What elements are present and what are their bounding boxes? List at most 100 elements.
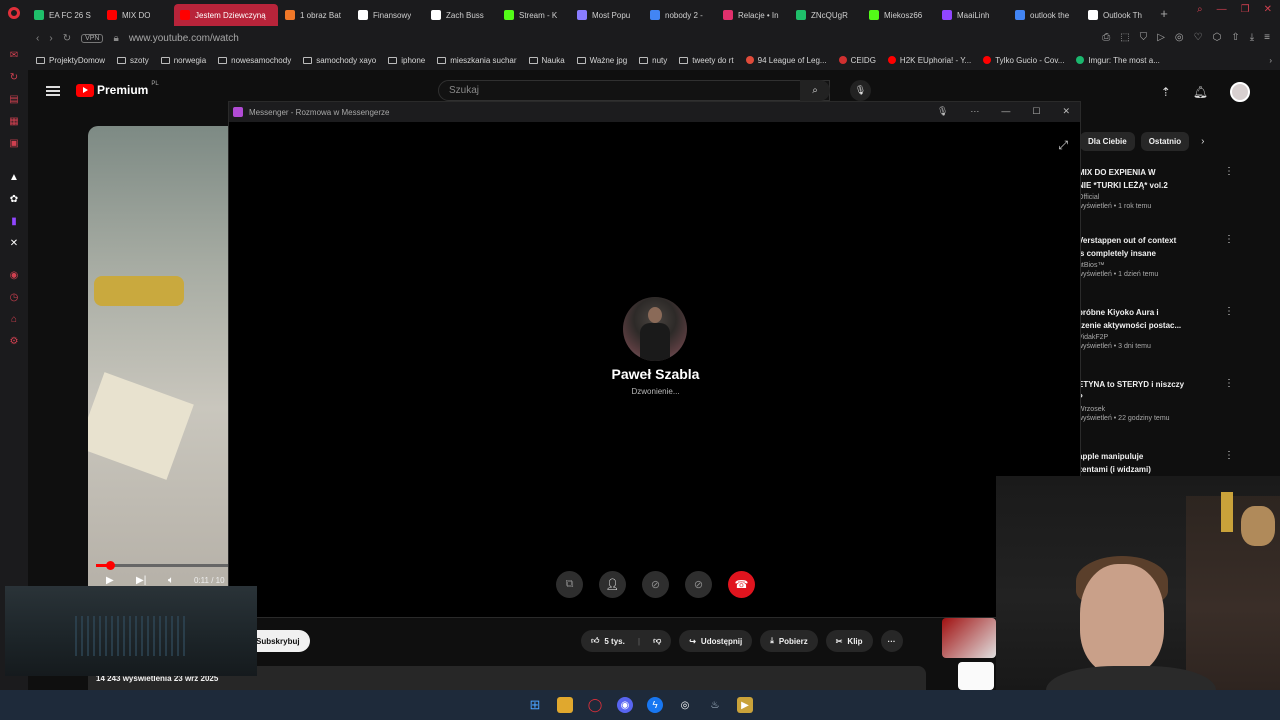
file-explorer-icon[interactable] bbox=[557, 697, 573, 713]
browser-tab[interactable]: Jestem Dziewczyną bbox=[174, 4, 278, 26]
pin-sidebar-icon[interactable]: ⌂ bbox=[8, 314, 20, 326]
volume-icon[interactable]: 🔈︎ bbox=[168, 575, 174, 586]
add-person-button[interactable]: 👤︎ bbox=[599, 571, 626, 598]
recommendation-item[interactable]: apple manipuluje zentami (i widzami) ⋮ bbox=[1078, 450, 1234, 478]
camera-toggle-button[interactable]: ⊘ bbox=[642, 571, 669, 598]
more-actions-button[interactable]: ··· bbox=[880, 630, 903, 652]
forward-icon[interactable]: › bbox=[49, 33, 52, 44]
notes-sidebar-icon[interactable]: ▣ bbox=[8, 138, 20, 150]
browser-tab[interactable]: Finansowy bbox=[352, 4, 424, 26]
menu-icon[interactable]: ≡ bbox=[1264, 32, 1270, 43]
messenger-icon[interactable]: ϟ bbox=[647, 697, 663, 713]
x-sidebar-icon[interactable]: ✕ bbox=[8, 238, 20, 250]
maximize-button[interactable]: ☐ bbox=[1032, 106, 1040, 117]
more-options-icon[interactable]: ⋮ bbox=[1224, 378, 1234, 389]
bookmark-item[interactable]: 94 League of Leg... bbox=[745, 56, 827, 65]
mic-toggle-button[interactable]: ⊘ bbox=[685, 571, 712, 598]
bookmark-item[interactable]: Tylko Gucio - Cov... bbox=[983, 56, 1064, 65]
opera-logo-icon[interactable] bbox=[0, 0, 28, 26]
chatgpt-sidebar-icon[interactable]: ✿ bbox=[8, 194, 20, 206]
chip-recent[interactable]: Ostatnio bbox=[1140, 132, 1190, 151]
close-button[interactable]: ✕ bbox=[1062, 106, 1070, 117]
hamburger-menu-icon[interactable] bbox=[46, 86, 60, 96]
recommendation-item[interactable]: Verstappen out of context 's completely i… bbox=[1078, 234, 1234, 278]
download-button[interactable]: ⤓ Pobierz bbox=[760, 630, 818, 652]
bookmark-item[interactable]: norwegia bbox=[160, 56, 206, 65]
search-tabs-icon[interactable]: ⌕ bbox=[1197, 4, 1203, 15]
browser-tab[interactable]: Stream - K bbox=[498, 4, 570, 26]
browser-tab[interactable]: Most Popu bbox=[571, 4, 643, 26]
wallet-sidebar-icon[interactable]: ▤ bbox=[8, 94, 20, 106]
upload-icon[interactable]: ⇡ bbox=[1161, 85, 1171, 99]
video-player[interactable] bbox=[88, 126, 228, 596]
bookmark-item[interactable]: nowesamochody bbox=[218, 56, 291, 65]
more-options-icon[interactable]: ⋮ bbox=[1224, 306, 1234, 317]
bookmark-item[interactable]: samochody xayo bbox=[303, 56, 376, 65]
search-input[interactable]: Szukaj bbox=[438, 80, 830, 101]
browser-tab[interactable]: Relacje • In bbox=[717, 4, 789, 26]
browser-tab[interactable]: MIX DO bbox=[101, 4, 173, 26]
clip-button[interactable]: ✂ Klip bbox=[825, 630, 873, 652]
browser-tab[interactable]: 1 obraz Bat bbox=[279, 4, 351, 26]
progress-scrubber[interactable] bbox=[106, 561, 115, 570]
bookmark-item[interactable]: nuty bbox=[639, 56, 667, 65]
screenshot-icon[interactable]: ⬚ bbox=[1120, 32, 1129, 43]
browser-tab[interactable]: nobody 2 - bbox=[644, 4, 716, 26]
recommendation-item[interactable]: próbne Kiyoko Aura i rzenie aktywności po… bbox=[1078, 306, 1234, 350]
share-icon[interactable]: ⇧ bbox=[1231, 32, 1239, 43]
windows-start-icon[interactable]: ⊞ bbox=[527, 697, 543, 713]
aria-sidebar-icon[interactable]: ▲ bbox=[8, 172, 20, 184]
player-sidebar-icon[interactable]: ◉ bbox=[8, 270, 20, 282]
new-tab-button[interactable]: + bbox=[1155, 6, 1173, 21]
browser-tab[interactable]: outlook the bbox=[1009, 4, 1081, 26]
end-call-button[interactable]: ☎ bbox=[728, 571, 755, 598]
recommendation-thumbnail[interactable] bbox=[958, 662, 994, 690]
url-field[interactable]: www.youtube.com/watch bbox=[129, 33, 239, 44]
thumb-down-icon[interactable]: 👎︎ bbox=[653, 636, 661, 646]
steam-icon[interactable]: ♨ bbox=[707, 697, 723, 713]
reload-icon[interactable]: ↻ bbox=[63, 33, 71, 44]
extensions-icon[interactable]: ⬡ bbox=[1213, 32, 1222, 43]
more-options-icon[interactable]: ··· bbox=[970, 106, 979, 117]
recommendation-item[interactable]: ETYNA to STERYD i niszczy? Wrzosek wyświet… bbox=[1078, 378, 1234, 422]
browser-tab[interactable]: Zach Buss bbox=[425, 4, 497, 26]
chevron-right-icon[interactable]: › bbox=[1195, 132, 1210, 151]
history-sidebar-icon[interactable]: ↻ bbox=[8, 72, 20, 84]
bookmark-item[interactable]: tweety do rt bbox=[679, 56, 734, 65]
browser-tab[interactable]: Miekosz66 bbox=[863, 4, 935, 26]
mic-icon[interactable]: 🎙︎ bbox=[937, 106, 948, 117]
more-bookmarks-icon[interactable]: › bbox=[1269, 56, 1272, 65]
discord-icon[interactable]: ◉ bbox=[617, 697, 633, 713]
bookmark-item[interactable]: Imgur: The most a... bbox=[1076, 56, 1160, 65]
bookmark-item[interactable]: ProjektyDomow bbox=[36, 56, 105, 65]
bookmark-item[interactable]: CEIDG bbox=[838, 56, 876, 65]
next-icon[interactable]: ▶| bbox=[136, 575, 146, 586]
back-icon[interactable]: ‹ bbox=[36, 33, 39, 44]
vpn-badge[interactable]: VPN bbox=[81, 33, 104, 43]
voice-search-button[interactable]: 🎙︎ bbox=[850, 80, 871, 101]
browser-tab[interactable]: EA FC 26 S bbox=[28, 4, 100, 26]
bookmark-item[interactable]: mieszkania suchar bbox=[437, 56, 517, 65]
bell-icon[interactable]: 🔔︎ bbox=[1193, 85, 1208, 99]
avatar[interactable] bbox=[1230, 82, 1250, 102]
recommendation-item[interactable]: MIX DO EXPIENIA W NIE *TURKI LEŻĄ* vol.2 O… bbox=[1078, 166, 1234, 210]
chrome-icon[interactable]: ◎ bbox=[677, 697, 693, 713]
like-button[interactable]: 👍︎ 5 tys. | 👎︎ bbox=[581, 630, 672, 652]
play-icon[interactable]: ▷ bbox=[1157, 32, 1165, 43]
share-button[interactable]: ↪ Udostępnij bbox=[679, 630, 753, 652]
browser-tab[interactable]: Outlook Th bbox=[1082, 4, 1154, 26]
play-icon[interactable]: ▶ bbox=[106, 575, 114, 586]
bookmark-item[interactable]: iphone bbox=[388, 56, 425, 65]
close-window-button[interactable]: ✕ bbox=[1264, 4, 1272, 15]
video-progress-bar[interactable] bbox=[96, 561, 228, 570]
youtube-logo[interactable]: Premium PL bbox=[76, 81, 159, 97]
clock-sidebar-icon[interactable]: ◷ bbox=[8, 292, 20, 304]
browser-tab[interactable]: MaaiLinh bbox=[936, 4, 1008, 26]
more-options-icon[interactable]: ⋮ bbox=[1224, 450, 1234, 461]
messenger-sidebar-icon[interactable]: ✉ bbox=[8, 50, 20, 62]
expand-icon[interactable]: ⤢ bbox=[1058, 138, 1068, 153]
opera-gx-icon[interactable]: ◯ bbox=[587, 697, 603, 713]
chip-for-you[interactable]: Dla Ciebie bbox=[1080, 132, 1135, 151]
minimize-button[interactable]: — bbox=[1217, 4, 1227, 15]
bookmark-item[interactable]: Ważne jpg bbox=[576, 56, 627, 65]
